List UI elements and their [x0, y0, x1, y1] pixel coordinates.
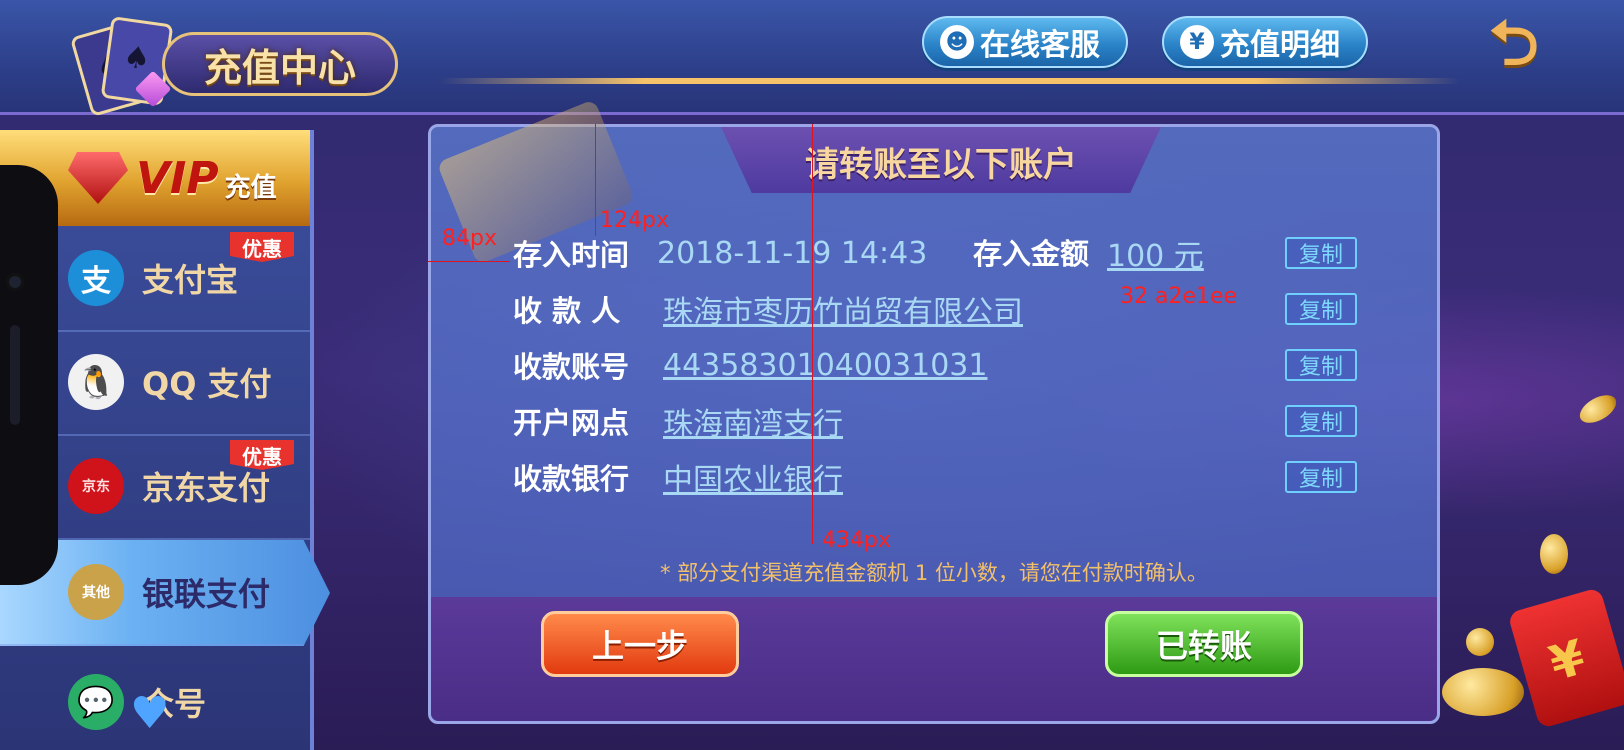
vip-label: 充值 — [224, 172, 277, 203]
deposit-amount-label: 存入金额 — [973, 237, 1090, 271]
alipay-icon: 支 — [68, 250, 124, 306]
bank-label: 收款银行 — [513, 462, 630, 496]
camera-icon — [6, 273, 24, 291]
sidebar-item-label: 银联支付 — [142, 575, 271, 613]
panel-footer: 上一步 已转账 — [431, 597, 1437, 721]
annotation-label: 124px — [600, 208, 669, 233]
branch-label: 开户网点 — [513, 406, 630, 440]
previous-step-button[interactable]: 上一步 — [541, 611, 739, 677]
recharge-screen: ♠ ♠ 充值中心 ☻ 在线客服 ¥ 充值明细 ⮌ VIP 充值 支 支付宝 优惠 — [0, 0, 1624, 750]
header-divider — [440, 78, 1460, 84]
sidebar-item-label: 支付宝 — [142, 261, 239, 299]
sidebar-item-label: QQ 支付 — [142, 365, 272, 403]
payee-label: 收 款 人 — [513, 294, 621, 328]
deposit-time-row: 存入时间 2018-11-19 14:43 — [513, 229, 927, 277]
copy-account-button[interactable]: 复制 — [1285, 349, 1357, 381]
jd-pay-icon: 京东 — [68, 458, 124, 514]
unionpay-icon: 其他 — [68, 564, 124, 620]
recharge-detail-label: 充值明细 — [1220, 28, 1340, 63]
transferred-button[interactable]: 已转账 — [1105, 611, 1303, 677]
payee-row: 收 款 人 珠海市枣历竹尚贸有限公司 — [513, 285, 1023, 333]
copy-payee-button[interactable]: 复制 — [1285, 293, 1357, 325]
branch-value[interactable]: 珠海南湾支行 — [663, 399, 843, 443]
annotation-label: 434px — [822, 528, 891, 553]
discount-badge: 优惠 — [230, 232, 294, 262]
panel-title: 请转账至以下账户 — [805, 145, 1077, 185]
diamond-icon — [68, 152, 128, 204]
recharge-detail-button[interactable]: ¥ 充值明细 — [1162, 16, 1368, 68]
online-service-label: 在线客服 — [980, 28, 1100, 63]
sidebar-item-label: 京东支付 — [142, 469, 271, 507]
guide-line — [428, 261, 510, 262]
coin-icon — [1540, 534, 1568, 574]
decimal-notice: * 部分支付渠道充值金额机 1 位小数，请您在付款时确认。 — [660, 561, 1208, 585]
coin-stack-icon — [1442, 668, 1524, 716]
qq-penguin-icon: 🐧 — [68, 354, 124, 410]
deposit-amount-value: 100 元 — [1107, 239, 1204, 274]
red-envelope-icon: ¥ — [1507, 587, 1624, 729]
coin-icon — [1575, 389, 1621, 429]
deposit-time-value: 2018-11-19 14:43 — [657, 235, 928, 271]
discount-badge: 优惠 — [230, 440, 294, 470]
payee-value[interactable]: 珠海市枣历竹尚贸有限公司 — [663, 287, 1023, 331]
speaker-icon — [10, 325, 20, 425]
coin-icon — [1466, 628, 1494, 656]
annotation-label: 84px — [442, 226, 497, 251]
bank-value[interactable]: 中国农业银行 — [663, 455, 843, 499]
yen-icon: ¥ — [1180, 25, 1214, 59]
device-notch — [0, 165, 58, 585]
online-service-button[interactable]: ☻ 在线客服 — [922, 16, 1128, 68]
vip-brand: VIP — [136, 152, 219, 204]
account-value[interactable]: 44358301040031031 — [663, 348, 987, 383]
annotation-label: 32 a2e1ee — [1120, 284, 1238, 309]
heart-icon: ♥ — [130, 688, 170, 739]
bank-row: 收款银行 中国农业银行 — [513, 453, 843, 501]
cards-logo-icon: ♠ ♠ — [69, 16, 174, 117]
page-title-text: 充值中心 — [203, 45, 356, 90]
guide-line — [812, 124, 813, 544]
branch-row: 开户网点 珠海南湾支行 — [513, 397, 843, 445]
page-title: 充值中心 — [162, 32, 398, 96]
copy-branch-button[interactable]: 复制 — [1285, 405, 1357, 437]
customer-service-icon: ☻ — [940, 25, 974, 59]
guide-line — [595, 124, 596, 236]
copy-bank-button[interactable]: 复制 — [1285, 461, 1357, 493]
wechat-icon: 💬 — [68, 674, 124, 730]
transfer-panel: 请转账至以下账户 存入时间 2018-11-19 14:43 存入金额 100 … — [428, 99, 1440, 724]
yen-symbol: ¥ — [1543, 629, 1592, 693]
account-row: 收款账号 44358301040031031 — [513, 341, 987, 389]
back-icon[interactable]: ⮌ — [1470, 12, 1558, 74]
deposit-time-label: 存入时间 — [513, 238, 630, 272]
account-label: 收款账号 — [513, 350, 630, 384]
copy-amount-button[interactable]: 复制 — [1285, 237, 1357, 269]
top-header: ♠ ♠ 充值中心 ☻ 在线客服 ¥ 充值明细 ⮌ — [0, 0, 1624, 117]
